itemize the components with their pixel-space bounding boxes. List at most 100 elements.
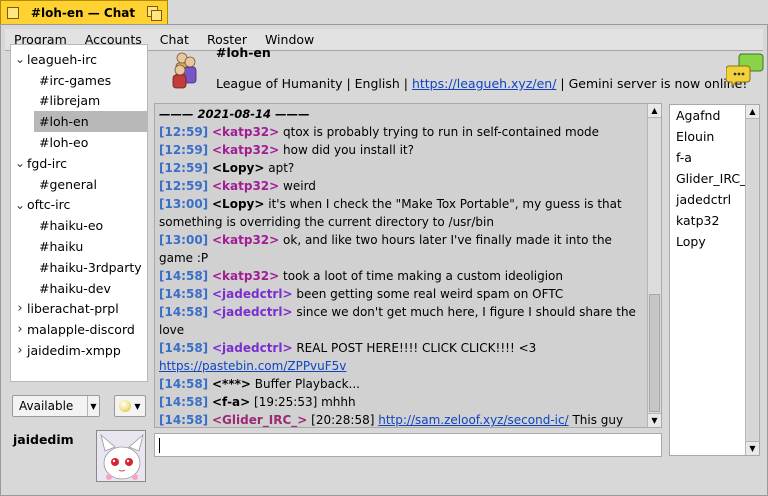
roster-scrollbar[interactable]: ▲ ▼ xyxy=(745,105,759,455)
tree-label: #haiku xyxy=(39,239,84,255)
message-link[interactable]: https://pastebin.com/ZPPvuF5v xyxy=(159,359,346,373)
message-nick[interactable]: <katp32> xyxy=(212,179,279,193)
message-nick[interactable]: <jadedctrl> xyxy=(212,305,293,319)
tree-label: #general xyxy=(39,176,97,192)
scroll-thumb[interactable] xyxy=(649,294,660,412)
chevron-right-icon[interactable]: › xyxy=(13,343,27,358)
message-text: weird xyxy=(279,179,316,193)
message-text: how did you install it? xyxy=(279,143,414,157)
message-timestamp: [12:59] xyxy=(159,179,209,193)
message-nick[interactable]: <katp32> xyxy=(212,233,279,247)
status-icon-button[interactable]: ▼ xyxy=(114,395,146,417)
tree-channel[interactable]: #loh-eo xyxy=(11,132,147,153)
message: [13:00] <katp32> ok, and like two hours … xyxy=(159,231,649,267)
message-nick[interactable]: <katp32> xyxy=(212,269,279,283)
tree-channel[interactable]: #haiku-3rdparty xyxy=(11,257,147,278)
text-caret xyxy=(159,438,160,453)
message-nick[interactable]: <***> xyxy=(212,377,251,391)
tree-channel[interactable]: #irc-games xyxy=(11,70,147,91)
status-value: Available xyxy=(19,399,74,413)
message-log[interactable]: ——— 2021-08-14 ——— [12:59] <katp32> qtox… xyxy=(154,103,662,428)
message-text: Buffer Playback... xyxy=(250,377,360,391)
message-nick[interactable]: <jadedctrl> xyxy=(212,287,293,301)
message-text: qtox is probably trying to run in self-c… xyxy=(279,125,600,139)
message: [14:58] <katp32> took a loot of time mak… xyxy=(159,267,649,285)
message: [12:59] <katp32> weird xyxy=(159,177,649,195)
chevron-down-icon[interactable]: ⌄ xyxy=(13,198,27,212)
message-nick[interactable]: <Lopy> xyxy=(212,161,264,175)
tree-channel[interactable]: #haiku xyxy=(11,236,147,257)
message-nick[interactable]: <katp32> xyxy=(212,125,279,139)
avatar[interactable] xyxy=(96,430,146,482)
message: [12:59] <katp32> how did you install it? xyxy=(159,141,649,159)
chevron-down-icon[interactable]: ⌄ xyxy=(13,52,27,66)
status-select[interactable]: Available ▼ xyxy=(12,395,100,417)
tree-account[interactable]: ⌄ fgd-irc xyxy=(11,153,147,174)
message: [12:59] <Lopy> apt? xyxy=(159,159,649,177)
message-text: [20:28:58] xyxy=(307,413,379,427)
tree-account[interactable]: › liberachat-prpl xyxy=(11,299,147,320)
tree-channel[interactable]: #general xyxy=(11,174,147,195)
message: [14:58] <f-a> [19:25:53] mhhh xyxy=(159,393,649,411)
menu-chat[interactable]: Chat xyxy=(151,32,198,47)
message-nick[interactable]: <f-a> xyxy=(212,395,250,409)
channel-name: #loh-en xyxy=(216,45,271,60)
message: [14:58] <jadedctrl> been getting some re… xyxy=(159,285,649,303)
chevron-down-icon[interactable]: ⌄ xyxy=(13,156,27,170)
message-input[interactable] xyxy=(154,433,662,457)
message-nick[interactable]: <Glider_IRC_> xyxy=(212,413,307,427)
tree-account[interactable]: ⌄ oftc-irc xyxy=(11,195,147,216)
log-scrollbar[interactable]: ▲ ▼ xyxy=(647,104,661,427)
tree-channel[interactable]: #haiku-dev xyxy=(11,278,147,299)
message-nick[interactable]: <Lopy> xyxy=(212,197,264,211)
tree-label: #haiku-eo xyxy=(39,218,104,234)
message-nick[interactable]: <katp32> xyxy=(212,143,279,157)
message-timestamp: [14:58] xyxy=(159,377,209,391)
tree-channel[interactable]: #haiku-eo xyxy=(11,215,147,236)
message: [13:00] <Lopy> it's when I check the "Ma… xyxy=(159,195,649,231)
chevron-right-icon[interactable]: › xyxy=(13,322,27,337)
tree-label: oftc-irc xyxy=(27,197,71,213)
window-tab[interactable]: #loh-en — Chat xyxy=(0,0,168,24)
message-text: apt? xyxy=(264,161,295,175)
scroll-thumb[interactable] xyxy=(747,119,758,441)
scroll-up-icon[interactable]: ▲ xyxy=(746,105,759,119)
window-title: #loh-en — Chat xyxy=(30,5,136,20)
message-timestamp: [14:58] xyxy=(159,395,209,409)
message-timestamp: [14:58] xyxy=(159,287,209,301)
tree-label: #librejam xyxy=(39,93,101,109)
tree-label: malapple-discord xyxy=(27,322,135,338)
topic-link[interactable]: https://leagueh.xyz/en/ xyxy=(412,76,556,91)
message-lines: ——— 2021-08-14 ——— [12:59] <katp32> qtox… xyxy=(159,105,649,427)
tree-label: #loh-en xyxy=(39,114,89,130)
message-text: [19:25:53] mhhh xyxy=(250,395,356,409)
message-link[interactable]: http://sam.zeloof.xyz/second-ic/ xyxy=(378,413,568,427)
chat-bubbles-icon xyxy=(725,52,764,88)
close-window-button[interactable] xyxy=(7,6,19,19)
scroll-up-icon[interactable]: ▲ xyxy=(648,104,661,118)
chevron-right-icon[interactable]: › xyxy=(13,301,27,316)
tree-label: #irc-games xyxy=(39,72,112,88)
tree-label: #haiku-dev xyxy=(39,280,111,296)
message-text: REAL POST HERE!!!! CLICK CLICK!!!! <3 xyxy=(292,341,537,355)
channel-topic: League of Humanity | English | https://l… xyxy=(216,76,747,91)
message-timestamp: [13:00] xyxy=(159,233,209,247)
message: [14:58] <Glider_IRC_> [20:28:58] http://… xyxy=(159,411,649,427)
tree-account[interactable]: › jaidedim-xmpp xyxy=(11,340,147,361)
chevron-down-icon: ▼ xyxy=(87,396,99,416)
tree-channel[interactable]: #loh-en xyxy=(34,111,147,133)
message: [14:58] <jadedctrl> REAL POST HERE!!!! C… xyxy=(159,339,649,375)
tree-account[interactable]: › malapple-discord xyxy=(11,319,147,340)
tree-channel[interactable]: #librejam xyxy=(11,91,147,112)
tree-label: #loh-eo xyxy=(39,135,89,151)
tree-label: liberachat-prpl xyxy=(27,301,119,317)
tree-account[interactable]: ⌄ leagueh-irc xyxy=(11,49,147,70)
message-timestamp: [12:59] xyxy=(159,143,209,157)
topic-text: League of Humanity | English | xyxy=(216,76,412,91)
scroll-down-icon[interactable]: ▼ xyxy=(648,413,661,427)
zoom-window-button[interactable] xyxy=(147,5,162,21)
message-timestamp: [14:58] xyxy=(159,269,209,283)
message-nick[interactable]: <jadedctrl> xyxy=(212,341,293,355)
people-icon xyxy=(170,50,202,90)
scroll-down-icon[interactable]: ▼ xyxy=(746,441,759,455)
